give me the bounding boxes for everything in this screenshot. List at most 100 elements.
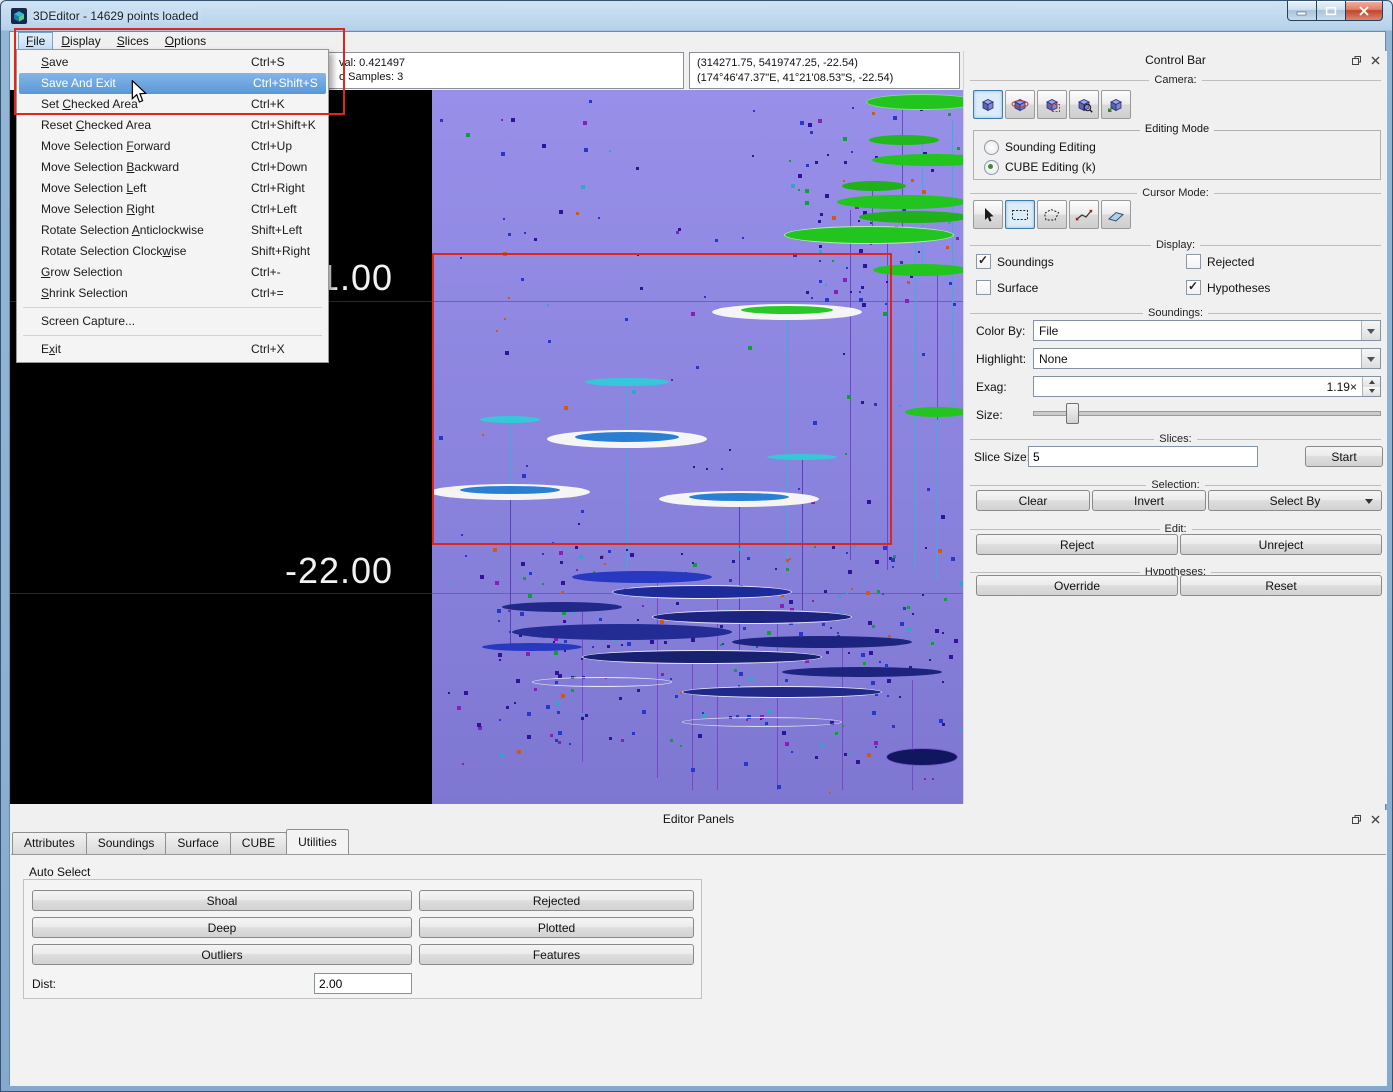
sounding-point [499,659,501,661]
select-by-button[interactable]: Select By [1208,490,1382,511]
file-menu-item-move-selection-forward[interactable]: Move Selection ForwardCtrl+Up [17,136,328,157]
close-panel-icon[interactable] [1368,813,1382,826]
checkbox-label: Surface [997,281,1038,295]
button-label: Shoal [207,894,238,908]
minimize-button[interactable] [1287,1,1317,21]
display-checkbox-soundings[interactable]: Soundings [976,254,1186,269]
hypothesis-disc [886,748,958,766]
cursor-plane-select-icon [1107,207,1125,223]
size-slider[interactable] [1033,402,1381,424]
file-menu-item-grow-selection[interactable]: Grow SelectionCtrl+- [17,262,328,283]
sounding-point [924,778,926,780]
cursor-rectangle-select-button[interactable] [1005,200,1035,229]
tab-utilities[interactable]: Utilities [286,829,349,854]
file-menu-item-screen-capture[interactable]: Screen Capture... [17,311,328,332]
size-label: Size: [976,408,1003,422]
sounding-point [929,659,931,661]
camera-zoom-extents-button[interactable] [1069,90,1099,119]
auto-select-rejected-button[interactable]: Rejected [419,890,694,911]
auto-select-outliers-button[interactable]: Outliers [32,944,412,965]
tab-soundings[interactable]: Soundings [86,832,167,854]
file-menu-item-move-selection-left[interactable]: Move Selection LeftCtrl+Right [17,178,328,199]
spin-up-icon[interactable] [1363,377,1380,387]
camera-reset-view-button[interactable] [1101,90,1131,119]
file-menu-item-move-selection-right[interactable]: Move Selection RightCtrl+Left [17,199,328,220]
sounding-point [791,184,795,188]
file-menu-item-exit[interactable]: ExitCtrl+X [17,339,328,360]
sounding-point [863,662,866,665]
sounding-point [517,750,521,754]
sounding-point [848,652,850,654]
sounding-point [893,116,897,120]
sounding-point [903,607,906,610]
sounding-point [843,180,845,182]
sounding-point [581,713,584,716]
unreject-button[interactable]: Unreject [1180,534,1382,555]
camera-orbit-button[interactable] [1005,90,1035,119]
auto-select-shoal-button[interactable]: Shoal [32,890,412,911]
sounding-point [829,792,831,794]
dist-input[interactable] [314,973,412,994]
display-checkbox-surface[interactable]: Surface [976,280,1186,295]
display-checkbox-rejected[interactable]: Rejected [1186,254,1380,269]
close-button[interactable] [1346,1,1383,21]
sounding-point [542,583,544,585]
sounding-point [749,678,753,682]
hypothesis-disc [652,610,852,624]
auto-select-features-button[interactable]: Features [419,944,694,965]
exaggeration-spinner[interactable]: 1.19× [1033,376,1381,397]
button-label: Plotted [538,921,575,935]
file-menu-item-rotate-selection-anticlockwise[interactable]: Rotate Selection AnticlockwiseShift+Left [17,220,328,241]
clear-button[interactable]: Clear [976,490,1090,511]
sounding-point [887,695,889,697]
slice-size-input[interactable] [1028,446,1258,467]
file-menu-item-shrink-selection[interactable]: Shrink SelectionCtrl+= [17,283,328,304]
maximize-button[interactable] [1317,1,1346,21]
sounding-point [558,731,562,735]
start-slices-button[interactable]: Start [1305,446,1383,467]
float-panel-icon[interactable] [1349,54,1363,67]
file-menu-separator [23,335,322,336]
invert-button[interactable]: Invert [1092,490,1206,511]
tab-attributes[interactable]: Attributes [12,832,87,854]
slider-handle[interactable] [1066,403,1079,424]
sounding-point [560,561,563,564]
sounding-point [738,548,741,551]
file-menu-item-rotate-selection-clockwise[interactable]: Rotate Selection ClockwiseShift+Right [17,241,328,262]
highlight-select[interactable]: None [1033,348,1381,369]
cursor-polyline-slice-button[interactable] [1069,200,1099,229]
camera-rotate-button[interactable] [973,90,1003,119]
panel-buttons [1349,54,1382,67]
spin-down-icon[interactable] [1363,387,1380,397]
sounding-point [742,237,744,239]
auto-select-deep-button[interactable]: Deep [32,917,412,938]
tab-cube[interactable]: CUBE [230,832,287,854]
sounding-point [948,113,951,116]
color-by-select[interactable]: File [1033,320,1381,341]
sounding-point [814,546,816,548]
close-panel-icon[interactable] [1368,54,1382,67]
camera-zoom-window-button[interactable] [1037,90,1067,119]
file-menu-item-move-selection-backward[interactable]: Move Selection BackwardCtrl+Down [17,157,328,178]
reset-button[interactable]: Reset [1180,575,1382,596]
sounding-point [524,232,526,234]
display-checkbox-hypotheses[interactable]: Hypotheses [1186,280,1380,295]
menu-item-shortcut: Shift+Right [251,241,310,262]
reject-button[interactable]: Reject [976,534,1178,555]
checkbox-label: Rejected [1207,255,1254,269]
override-button[interactable]: Override [976,575,1178,596]
selection-button-row: ClearInvertSelect By [976,490,1382,511]
float-panel-icon[interactable] [1349,813,1363,826]
sounding-point [559,210,563,214]
cursor-plane-select-button[interactable] [1101,200,1131,229]
auto-select-plotted-button[interactable]: Plotted [419,917,694,938]
cursor-lasso-select-button[interactable] [1037,200,1067,229]
cursor-polyline-slice-icon [1075,207,1093,223]
cursor-pointer-button[interactable] [973,200,1003,229]
sounding-point [927,488,930,491]
editing-mode-option-cube-editing-k[interactable]: CUBE Editing (k) [984,159,1096,175]
title-bar[interactable]: 3DEditor - 14629 points loaded [1,1,1392,31]
tab-surface[interactable]: Surface [165,832,230,854]
editing-mode-option-sounding-editing[interactable]: Sounding Editing [984,139,1096,155]
file-menu-item-reset-checked-area[interactable]: Reset Checked AreaCtrl+Shift+K [17,115,328,136]
